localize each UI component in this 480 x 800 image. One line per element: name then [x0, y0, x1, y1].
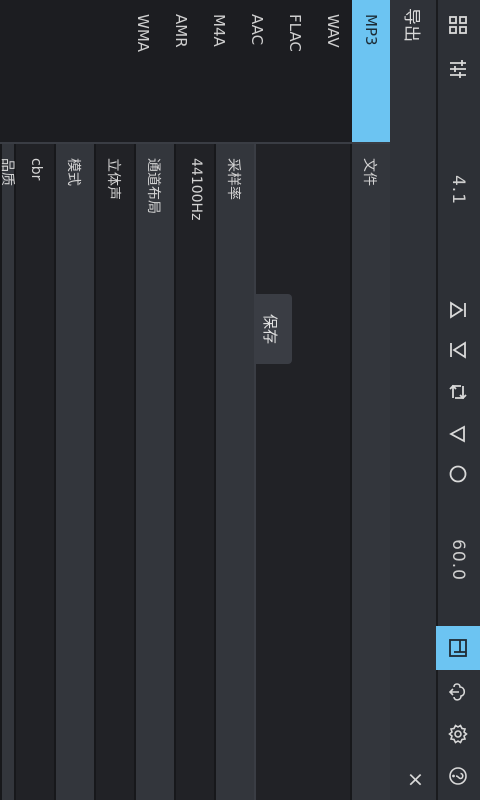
row-label: 模式 [65, 158, 81, 186]
table-row: 文件 [350, 144, 390, 800]
duration-readout: 60.0 [448, 539, 468, 581]
format-item-aac[interactable]: AAC [238, 0, 276, 142]
export-icon[interactable] [436, 626, 480, 670]
play-icon[interactable] [436, 414, 480, 454]
row-label: 品质 [0, 158, 15, 186]
table-row: 采样率 [214, 144, 254, 800]
table-row: 通道布局 [134, 144, 174, 800]
channel-layout-value[interactable]: 立体声 [96, 144, 134, 230]
help-icon[interactable] [436, 756, 480, 796]
sliders-icon[interactable] [436, 50, 480, 88]
table-row: cbr [14, 144, 54, 800]
grid-icon[interactable] [436, 6, 480, 44]
row-label: 采样率 [225, 158, 241, 200]
cloud-download-icon[interactable] [436, 672, 480, 712]
export-screen: 4.1 60.0 导出 × MP3 WAV FLAC AAC M4A AMR W… [0, 0, 480, 800]
table-row: 保存 [250, 144, 350, 800]
repeat-icon[interactable] [436, 372, 480, 412]
format-item-wav[interactable]: WAV [314, 0, 352, 142]
table-row: 44100Hz [174, 144, 214, 800]
format-list: MP3 WAV FLAC AAC M4A AMR WMA [0, 0, 390, 142]
table-row: 立体声 [94, 144, 134, 800]
top-toolbar: 4.1 60.0 [436, 0, 480, 800]
format-item-flac[interactable]: FLAC [276, 0, 314, 142]
row-label: 通道布局 [145, 158, 161, 214]
gear-icon[interactable] [436, 714, 480, 754]
save-button[interactable]: 保存 [250, 294, 292, 364]
close-icon[interactable]: × [404, 771, 428, 788]
format-item-mp3[interactable]: MP3 [352, 0, 390, 142]
settings-table: 文件 保存 采样率 44100Hz 通道布局 立体声 模式 cbr 品质 [0, 142, 390, 800]
row-label: 文件 [361, 158, 377, 186]
export-header: 导出 × [390, 0, 436, 800]
position-readout: 4.1 [448, 174, 468, 206]
skip-end-icon[interactable] [436, 330, 480, 370]
format-item-amr[interactable]: AMR [162, 0, 200, 142]
table-row: 品质 [0, 144, 15, 800]
format-item-m4a[interactable]: M4A [200, 0, 238, 142]
record-icon[interactable] [436, 454, 480, 494]
export-title: 导出 [401, 8, 421, 42]
sample-rate-value[interactable]: 44100Hz [176, 144, 214, 230]
mode-value[interactable]: cbr [16, 144, 54, 230]
format-item-wma[interactable]: WMA [124, 0, 162, 142]
skip-start-icon[interactable] [436, 290, 480, 330]
table-row: 模式 [54, 144, 94, 800]
